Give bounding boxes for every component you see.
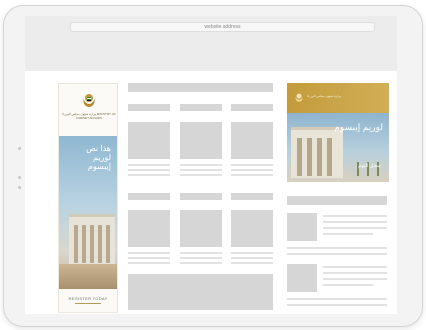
card-image-placeholder xyxy=(231,210,273,247)
text-line-placeholder xyxy=(128,164,170,166)
browser-screen: website address وزارة شؤون مجلس الوزراء … xyxy=(25,16,397,314)
card-image-placeholder xyxy=(128,210,170,247)
text-line-placeholder xyxy=(180,164,222,166)
text-line-placeholder xyxy=(323,278,387,280)
card-title-placeholder xyxy=(180,104,222,111)
text-line-placeholder xyxy=(180,174,222,176)
card-image-placeholder xyxy=(180,210,222,247)
text-line-placeholder xyxy=(323,215,387,217)
text-line-placeholder xyxy=(231,262,273,264)
text-line-placeholder xyxy=(287,304,387,306)
tablet-side-button xyxy=(18,147,21,150)
card-title-placeholder xyxy=(128,104,170,111)
card-title-placeholder xyxy=(231,104,273,111)
text-line-placeholder xyxy=(180,262,222,264)
section-title-placeholder xyxy=(287,196,387,205)
text-line-placeholder xyxy=(231,252,273,254)
thumbnail-placeholder xyxy=(287,264,317,292)
card-image-placeholder xyxy=(128,122,170,159)
text-line-placeholder xyxy=(128,262,170,264)
card-image-placeholder xyxy=(180,122,222,159)
text-line-placeholder xyxy=(128,252,170,254)
text-line-placeholder xyxy=(231,174,273,176)
uae-emblem-icon xyxy=(83,94,95,107)
card-title-placeholder xyxy=(128,193,170,200)
ad-headline: لوريم إيبسوم xyxy=(334,122,383,132)
footer-banner-placeholder xyxy=(128,274,273,310)
text-line-placeholder xyxy=(231,257,273,259)
browser-toolbar: website address xyxy=(25,16,397,39)
text-line-placeholder xyxy=(323,284,373,286)
plaza-illustration xyxy=(59,264,117,289)
text-line-placeholder xyxy=(287,247,387,249)
ministry-name: وزارة شؤون مجلس الوزراء xyxy=(307,94,341,98)
building-photo: لوريم إيبسوم سجل اليوم xyxy=(287,113,389,182)
building-illustration xyxy=(69,214,115,267)
thumbnail-placeholder xyxy=(287,213,317,241)
tablet-side-button xyxy=(18,176,21,179)
address-bar[interactable]: website address xyxy=(70,22,375,32)
text-line-placeholder xyxy=(287,298,387,300)
card-title-placeholder xyxy=(231,193,273,200)
building-photo: هذا نص لوريم إيبسوم xyxy=(59,136,117,289)
uae-emblem-icon xyxy=(295,93,303,102)
text-line-placeholder xyxy=(323,233,373,235)
text-line-placeholder xyxy=(180,257,222,259)
card-image-placeholder xyxy=(231,122,273,159)
page-header-placeholder xyxy=(25,38,397,71)
nav-bar-placeholder xyxy=(128,83,273,92)
text-line-placeholder xyxy=(231,164,273,166)
text-line-placeholder xyxy=(128,257,170,259)
text-line-placeholder xyxy=(323,272,387,274)
building-illustration xyxy=(291,127,343,178)
text-line-placeholder xyxy=(180,169,222,171)
text-line-placeholder xyxy=(128,174,170,176)
ad-headline: هذا نص لوريم إيبسوم xyxy=(86,144,111,171)
ministry-name: وزارة شؤون مجلس الوزراء MINISTRY OF CABI… xyxy=(62,112,116,120)
text-line-placeholder xyxy=(180,252,222,254)
text-line-placeholder xyxy=(128,169,170,171)
text-line-placeholder xyxy=(323,227,387,229)
text-line-placeholder xyxy=(287,253,387,255)
text-line-placeholder xyxy=(231,169,273,171)
cta-underline xyxy=(75,303,101,304)
register-button[interactable]: REGISTER TODAY xyxy=(59,296,117,301)
text-line-placeholder xyxy=(323,221,387,223)
right-mpu-ad[interactable]: وزارة شؤون مجلس الوزراء لوريم إيبسوم سجل… xyxy=(287,83,389,182)
card-title-placeholder xyxy=(180,193,222,200)
text-line-placeholder xyxy=(323,266,387,268)
tablet-side-button xyxy=(18,186,21,189)
ad-header-band: وزارة شؤون مجلس الوزراء xyxy=(287,83,389,113)
left-skyscraper-ad[interactable]: وزارة شؤون مجلس الوزراء MINISTRY OF CABI… xyxy=(58,83,118,313)
register-button[interactable]: سجل اليوم xyxy=(358,163,381,169)
